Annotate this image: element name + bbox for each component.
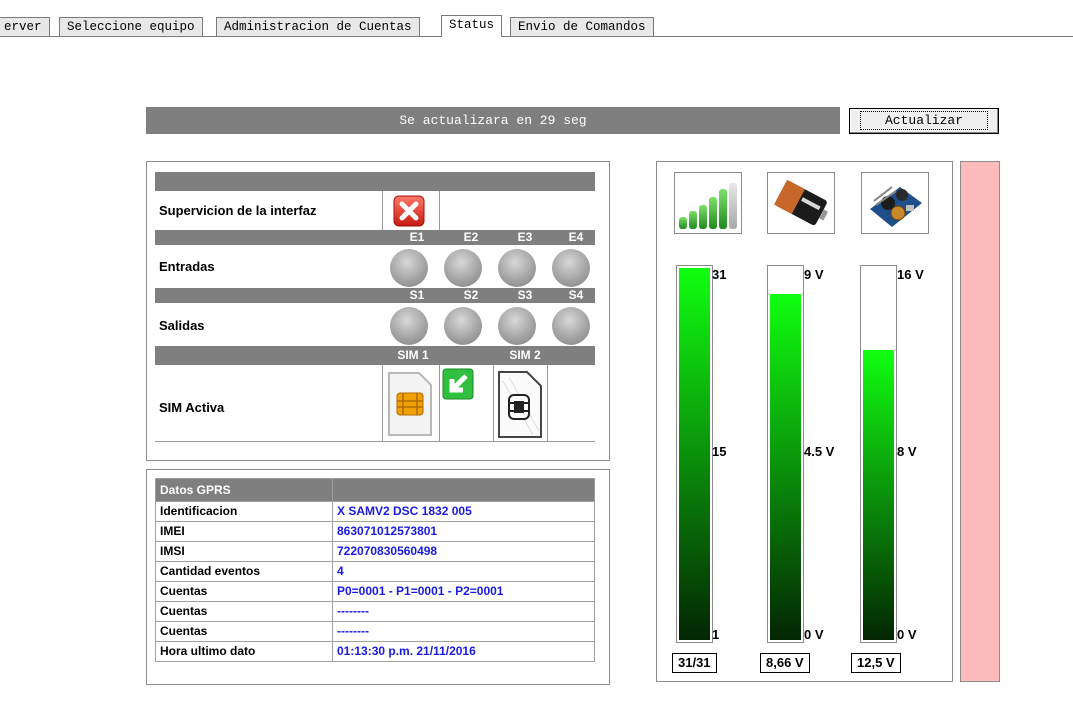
- battery-level-bar: [767, 265, 804, 643]
- table-row: Cantidad eventos 4: [155, 561, 595, 582]
- outputs-label: Salidas: [159, 318, 205, 333]
- signal-tick-max: 31: [712, 267, 727, 282]
- supervision-label: Supervicion de la interfaz: [159, 203, 317, 218]
- error-x-icon: [393, 195, 425, 227]
- gprs-value: 4: [332, 561, 595, 582]
- gprs-value: 722070830560498: [332, 541, 595, 562]
- supply-tick-mid: 8 V: [897, 444, 917, 459]
- tab-bar: erver Seleccione equipo Administracion d…: [0, 15, 1073, 37]
- supply-level-bar: [860, 265, 897, 643]
- input-header-e4: E4: [568, 230, 584, 244]
- alarm-indicator: [960, 161, 1000, 682]
- output-led-s4: [552, 307, 590, 345]
- signal-readout: 31/31: [672, 653, 717, 673]
- supply-level-fill: [863, 349, 894, 640]
- cell-divider: [547, 365, 548, 441]
- gprs-key: IMSI: [155, 541, 333, 562]
- sim-card-1-icon: [385, 369, 435, 439]
- gprs-value: 863071012573801: [332, 521, 595, 542]
- row-divider: [155, 441, 595, 442]
- gprs-key: Cantidad eventos: [155, 561, 333, 582]
- battery-tick-mid: 4.5 V: [804, 444, 835, 459]
- gprs-value: --------: [332, 621, 595, 642]
- input-led-e4: [552, 249, 590, 287]
- inputs-label: Entradas: [159, 259, 215, 274]
- table-row: Cuentas P0=0001 - P1=0001 - P2=0001: [155, 581, 595, 602]
- sim-active-label: SIM Activa: [159, 400, 225, 415]
- table-row: IMSI 722070830560498: [155, 541, 595, 562]
- gprs-title: Datos GPRS: [155, 478, 333, 502]
- gprs-key: IMEI: [155, 521, 333, 542]
- table-row: Cuentas --------: [155, 601, 595, 622]
- input-header-e2: E2: [463, 230, 479, 244]
- gprs-key: Identificacion: [155, 501, 333, 522]
- table-row: Hora ultimo dato 01:13:30 p.m. 21/11/2016: [155, 641, 595, 662]
- gprs-value: --------: [332, 601, 595, 622]
- battery-tick-min: 0 V: [804, 627, 824, 642]
- signal-tick-mid: 15: [712, 444, 727, 459]
- output-header-s1: S1: [409, 288, 425, 302]
- input-header-e3: E3: [517, 230, 533, 244]
- refresh-button-label: Actualizar: [859, 111, 988, 130]
- supply-tick-min: 0 V: [897, 627, 917, 642]
- sim-card-2-icon: [493, 369, 545, 441]
- refresh-button[interactable]: Actualizar: [849, 108, 999, 134]
- active-sim-arrow-icon: [441, 367, 475, 401]
- table-row: IMEI 863071012573801: [155, 521, 595, 542]
- signal-level-bar: [676, 265, 713, 643]
- battery-tick-max: 9 V: [804, 267, 824, 282]
- tab-seleccione-equipo[interactable]: Seleccione equipo: [59, 17, 203, 36]
- tab-bar-baseline: [0, 36, 1073, 37]
- tab-server[interactable]: erver: [0, 17, 50, 36]
- table-row: Cuentas --------: [155, 621, 595, 642]
- supply-readout: 12,5 V: [851, 653, 901, 673]
- table-row: Identificacion X SAMV2 DSC 1832 005: [155, 501, 595, 522]
- battery-level-fill: [770, 294, 801, 640]
- cell-divider: [382, 191, 383, 231]
- cell-divider: [382, 365, 383, 441]
- sim2-header: SIM 2: [509, 348, 541, 362]
- output-led-s1: [390, 307, 428, 345]
- inputs-header: E1 E2 E3 E4: [155, 230, 595, 245]
- gprs-header-blank: [332, 478, 595, 502]
- output-header-s2: S2: [463, 288, 479, 302]
- supply-tick-max: 16 V: [897, 267, 924, 282]
- input-led-e3: [498, 249, 536, 287]
- power-supply-icon: [861, 172, 929, 234]
- battery-icon: [767, 172, 835, 234]
- gprs-key: Cuentas: [155, 581, 333, 602]
- refresh-countdown: Se actualizara en 29 seg: [146, 107, 840, 134]
- signal-tick-min: 1: [712, 627, 720, 642]
- input-header-e1: E1: [409, 230, 425, 244]
- gprs-key: Cuentas: [155, 601, 333, 622]
- gprs-key: Hora ultimo dato: [155, 641, 333, 662]
- outputs-header: S1 S2 S3 S4: [155, 288, 595, 303]
- output-led-s2: [444, 307, 482, 345]
- output-header-s4: S4: [568, 288, 584, 302]
- gprs-key: Cuentas: [155, 621, 333, 642]
- gprs-value: P0=0001 - P1=0001 - P2=0001: [332, 581, 595, 602]
- cell-divider: [439, 191, 440, 231]
- sim1-header: SIM 1: [397, 348, 429, 362]
- gprs-value: 01:13:30 p.m. 21/11/2016: [332, 641, 595, 662]
- input-led-e2: [444, 249, 482, 287]
- tab-administracion-cuentas[interactable]: Administracion de Cuentas: [216, 17, 420, 36]
- meter-panel: 31 15 1 9 V 4.5 V 0 V 16 V 8 V 0 V 31/31…: [656, 161, 953, 682]
- output-header-s3: S3: [517, 288, 533, 302]
- status-panel: Supervicion de la interfaz E1 E2 E3 E4 E…: [146, 161, 610, 461]
- battery-readout: 8,66 V: [760, 653, 810, 673]
- gprs-value: X SAMV2 DSC 1832 005: [332, 501, 595, 522]
- input-led-e1: [390, 249, 428, 287]
- signal-strength-icon: [674, 172, 742, 234]
- output-led-s3: [498, 307, 536, 345]
- cell-divider: [439, 365, 440, 441]
- gprs-table: Datos GPRS Identificacion X SAMV2 DSC 183…: [155, 478, 595, 662]
- tab-status[interactable]: Status: [441, 15, 503, 37]
- gprs-panel: Datos GPRS Identificacion X SAMV2 DSC 183…: [146, 469, 610, 685]
- tab-envio-comandos[interactable]: Envio de Comandos: [510, 17, 654, 36]
- status-header: [155, 172, 595, 191]
- sim-header: SIM 1 SIM 2: [155, 346, 595, 365]
- signal-level-fill: [679, 268, 710, 640]
- gprs-table-header: Datos GPRS: [155, 478, 595, 502]
